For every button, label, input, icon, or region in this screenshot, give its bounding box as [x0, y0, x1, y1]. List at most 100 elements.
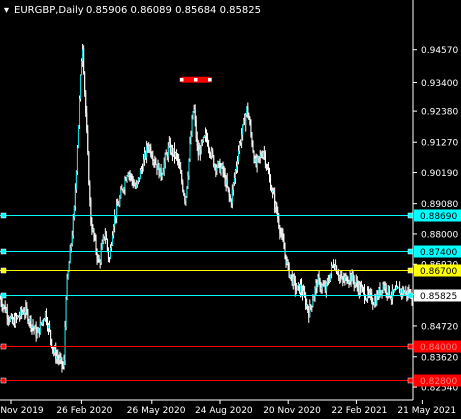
line-anchor-handle[interactable]	[0, 267, 7, 274]
candle-body	[302, 291, 304, 296]
candle-body	[106, 239, 108, 249]
candle-body	[53, 349, 55, 353]
candle-body	[247, 106, 249, 115]
candle-body	[285, 254, 287, 264]
candle-body	[107, 248, 109, 259]
candle-body	[112, 235, 114, 246]
candle-body	[339, 276, 341, 278]
candle-body	[174, 148, 176, 157]
candle-body	[292, 276, 294, 285]
candle-body	[223, 171, 225, 173]
candle-body	[264, 153, 266, 165]
candle-body	[396, 286, 398, 290]
candle-body	[26, 306, 28, 312]
time-tick-label: 21 May 2021	[397, 406, 456, 416]
candle-body	[346, 275, 348, 283]
candle-body	[230, 200, 232, 204]
candle-body	[254, 158, 256, 162]
candle-body	[251, 133, 253, 145]
candle-body	[233, 178, 235, 183]
candle-body	[385, 285, 387, 293]
line-anchor-handle[interactable]	[407, 212, 414, 219]
candle-body	[208, 145, 210, 149]
line-anchor-handle[interactable]	[407, 377, 414, 384]
candle-body	[217, 162, 219, 168]
candle-body	[398, 287, 400, 289]
candle-body	[191, 118, 193, 136]
candle-body	[193, 109, 195, 112]
candle-body	[98, 257, 100, 263]
candle-body	[259, 154, 261, 158]
time-tick-label: 20 Nov 2020	[263, 406, 321, 416]
candle-body	[49, 325, 51, 331]
candle-body	[44, 311, 46, 320]
candle-body	[48, 325, 50, 329]
candle-body	[111, 245, 113, 248]
candle-body	[333, 265, 335, 267]
candle-body	[364, 289, 366, 299]
candle-body	[354, 283, 356, 285]
candle-body	[185, 196, 187, 202]
candle-body	[117, 204, 119, 206]
candle-body	[257, 156, 259, 158]
candle-body	[63, 360, 65, 367]
line-anchor-handle[interactable]	[0, 343, 7, 350]
candle-body	[131, 175, 133, 181]
candle-body	[327, 280, 329, 282]
price-tag-label: 0.88690	[420, 212, 457, 222]
candle-body	[266, 167, 268, 169]
plot-area[interactable]	[0, 44, 413, 373]
candle-body	[197, 146, 199, 156]
candle-body	[258, 156, 260, 158]
candle-body	[40, 322, 42, 324]
candle-body	[214, 165, 216, 167]
line-anchor-handle[interactable]	[407, 267, 414, 274]
candle-body	[335, 266, 337, 270]
candle-body	[228, 189, 230, 197]
candle-body	[77, 125, 79, 148]
candle-body	[255, 158, 257, 166]
line-anchor-handle[interactable]	[0, 377, 7, 384]
candle-body	[27, 311, 29, 322]
marker-handle[interactable]	[193, 77, 198, 82]
candle-body	[92, 229, 94, 231]
line-anchor-handle[interactable]	[407, 343, 414, 350]
candle-body	[350, 274, 352, 282]
candle-body	[82, 49, 84, 61]
candle-body	[240, 142, 242, 144]
candle-body	[179, 162, 181, 169]
candle-body	[238, 151, 240, 162]
candle-body	[279, 226, 281, 234]
candle-body	[87, 130, 89, 153]
marker-handle[interactable]	[207, 77, 212, 82]
candle-body	[6, 310, 8, 319]
candle-body	[336, 266, 338, 274]
selected-object-marker[interactable]	[179, 76, 212, 83]
candle-body	[282, 233, 284, 241]
candle-body	[118, 205, 120, 207]
line-anchor-handle[interactable]	[0, 212, 7, 219]
price-chart[interactable]: 0.94570 0.93400 0.92380 0.91270 0.90190 0.890…	[0, 0, 461, 419]
candle-body	[175, 153, 177, 157]
candle-body	[377, 294, 379, 298]
line-anchor-handle[interactable]	[407, 248, 414, 255]
line-anchor-handle[interactable]	[407, 292, 414, 299]
candle-body	[105, 234, 107, 240]
marker-handle[interactable]	[179, 77, 184, 82]
price-tick-label: 0.91270	[421, 139, 458, 149]
candle-body	[187, 175, 189, 187]
candle-body	[303, 291, 305, 296]
line-anchor-handle[interactable]	[0, 292, 7, 299]
candle-body	[307, 304, 309, 311]
line-anchor-handle[interactable]	[0, 248, 7, 255]
candle-body	[12, 319, 14, 324]
horizontal-lines[interactable]: 0.88690 0.87400 0.86700 0.85825 0.84000 0.828…	[0, 209, 461, 388]
candle-body	[222, 164, 224, 172]
candle-body	[144, 152, 146, 160]
candle-body	[124, 179, 126, 189]
candle-body	[130, 175, 132, 177]
candle-body	[196, 137, 198, 147]
price-tick-label: 0.89080	[421, 200, 458, 210]
candle-body	[263, 152, 265, 154]
candle-body	[253, 151, 255, 162]
